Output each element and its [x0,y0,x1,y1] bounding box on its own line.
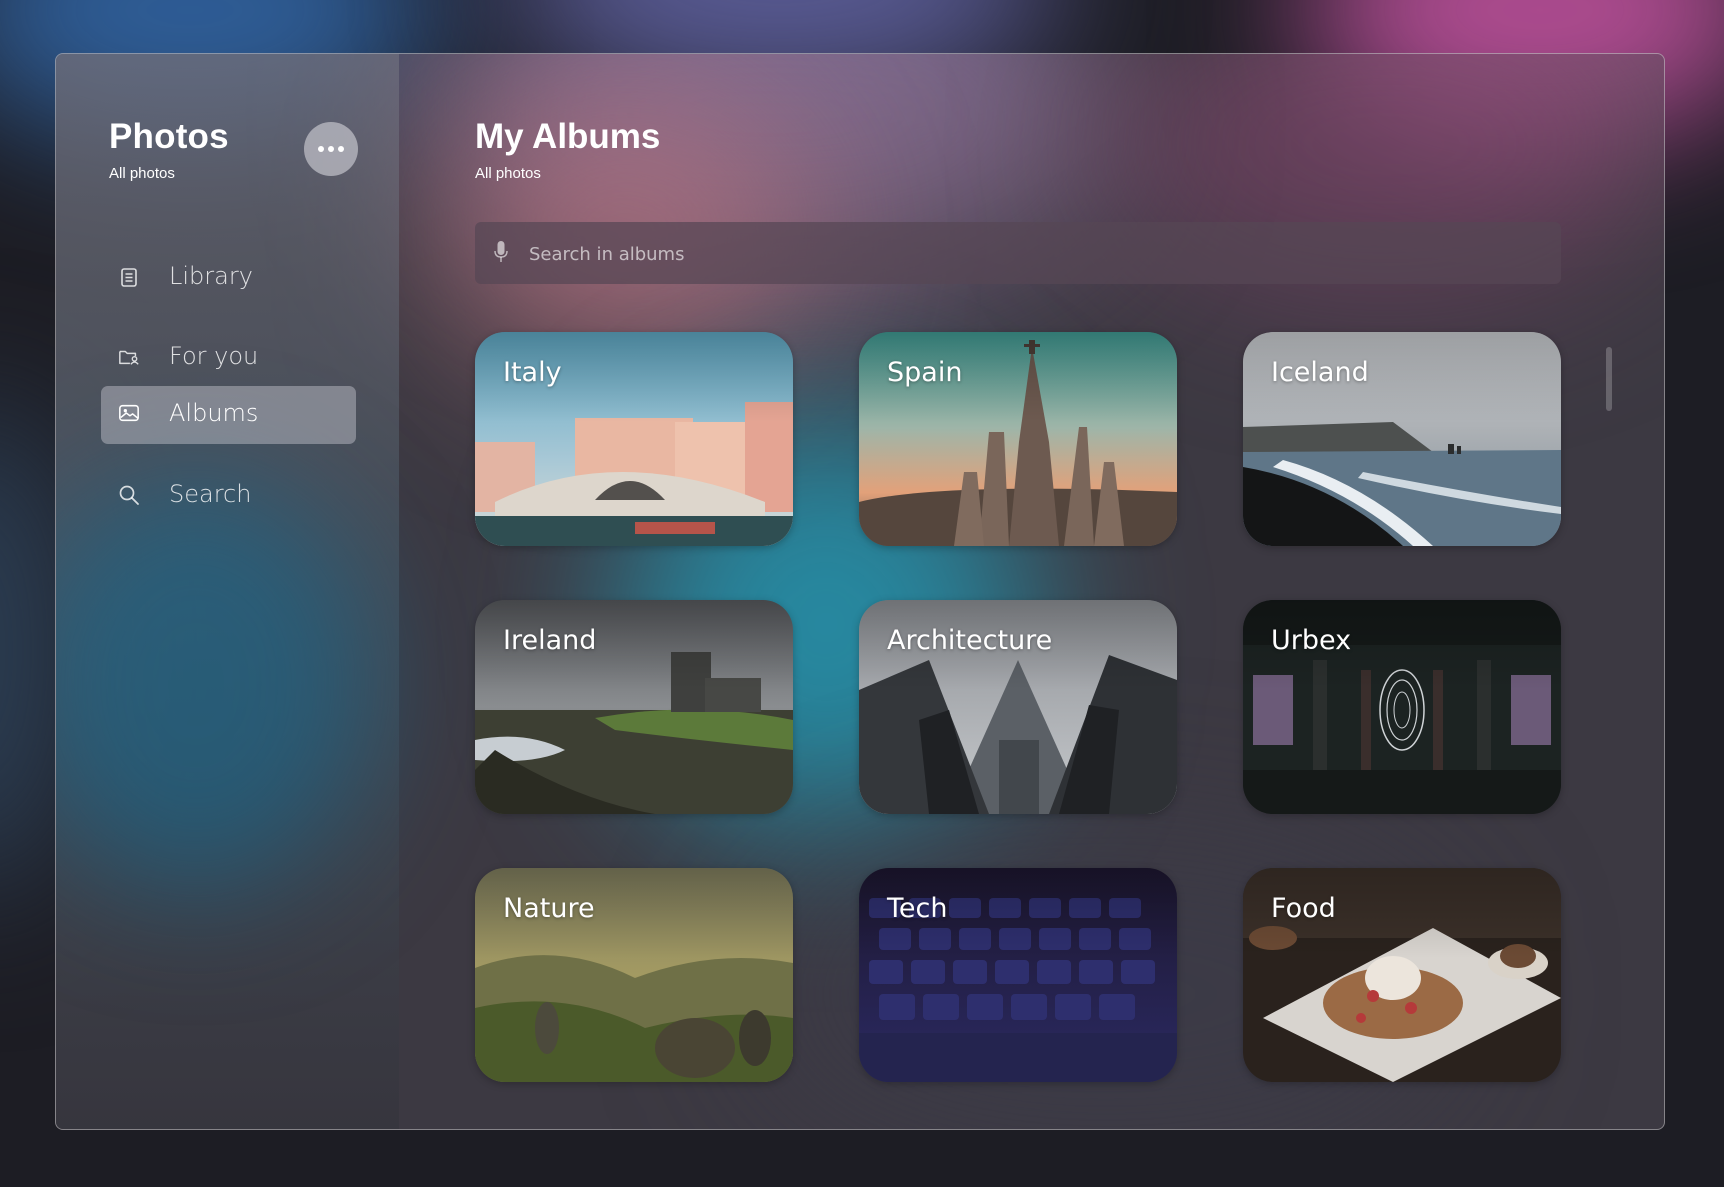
microphone-icon[interactable] [493,240,509,264]
folder-user-icon [119,350,139,365]
album-card-ireland[interactable]: Ireland [475,600,793,814]
album-label: Tech [887,893,948,924]
sidebar-item-label: Library [169,262,253,290]
album-card-urbex[interactable]: Urbex [1243,600,1561,814]
ellipsis-dot [338,146,344,152]
image-album-icon [119,404,139,422]
album-label: Spain [887,357,963,388]
sidebar-item-label: Albums [169,399,259,427]
album-search-bar [475,222,1561,284]
scrollbar-thumb[interactable] [1606,347,1612,411]
album-search-input[interactable] [527,234,1511,274]
album-card-food[interactable]: Food [1243,868,1561,1082]
search-icon [119,485,139,505]
album-label: Architecture [887,625,1053,656]
more-options-button[interactable] [304,122,358,176]
album-label: Food [1271,893,1336,924]
album-card-italy[interactable]: Italy [475,332,793,546]
library-icon [121,268,137,287]
album-label: Italy [503,357,562,388]
album-card-nature[interactable]: Nature [475,868,793,1082]
page-title: My Albums [475,117,661,156]
album-label: Ireland [503,625,597,656]
ellipsis-dot [328,146,334,152]
sidebar-item-library[interactable]: Library [101,248,356,306]
sidebar-item-label: For you [169,342,259,370]
album-card-tech[interactable]: Tech [859,868,1177,1082]
photos-window: Photos All photos Library For you Albums… [55,53,1665,1130]
sidebar-item-albums[interactable]: Albums [101,386,356,444]
sidebar-subtitle: All photos [109,165,175,182]
sidebar: Photos All photos Library For you Albums… [56,54,399,1129]
album-label: Nature [503,893,595,924]
ellipsis-icon [318,146,324,152]
sidebar-item-for-you[interactable]: For you [101,328,356,386]
sidebar-title: Photos [109,117,229,156]
page-subtitle: All photos [475,165,541,182]
album-label: Iceland [1271,357,1369,388]
album-card-architecture[interactable]: Architecture [859,600,1177,814]
album-card-iceland[interactable]: Iceland [1243,332,1561,546]
album-card-spain[interactable]: Spain [859,332,1177,546]
album-label: Urbex [1271,625,1352,656]
sidebar-item-search[interactable]: Search [101,466,356,524]
sidebar-item-label: Search [169,480,252,508]
